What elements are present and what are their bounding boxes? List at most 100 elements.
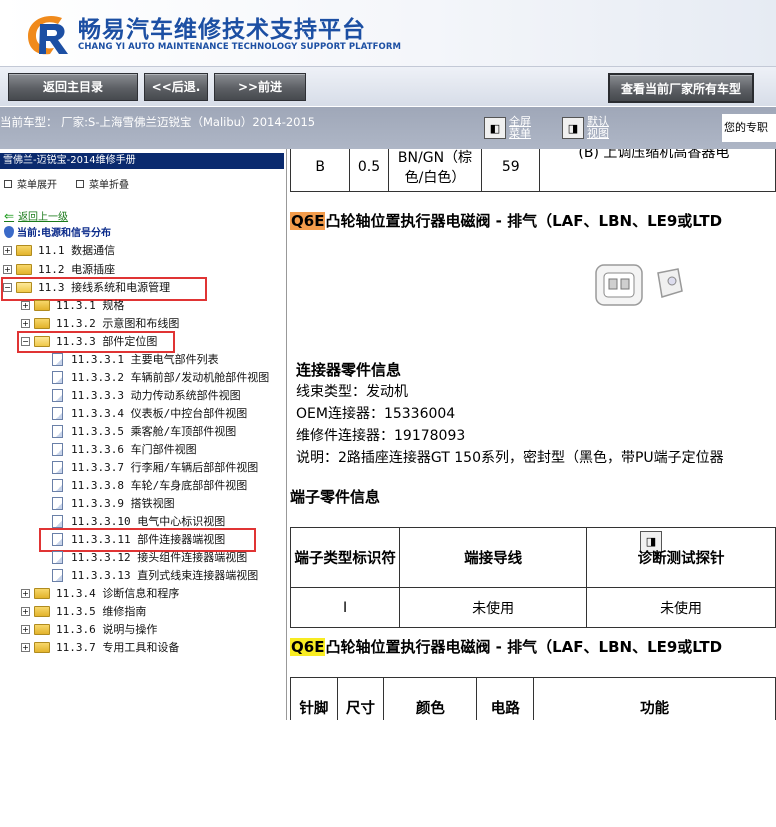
- tree-item-11-1[interactable]: + 11.1 数据通信: [3, 241, 115, 259]
- document-icon: [52, 424, 63, 438]
- tree-item-11-3-3-5[interactable]: 11.3.3.5 乘客舱/车顶部件视图: [52, 422, 236, 440]
- tree-item-11-3-3-9[interactable]: 11.3.3.9 搭铁视图: [52, 494, 175, 512]
- go-up-label: 返回上一级: [18, 212, 69, 223]
- tree-item-11-3-3-12[interactable]: 11.3.3.12 接头组件连接器端视图: [52, 548, 247, 566]
- connector-info: 连接器零件信息 线束类型：发动机 OEM连接器：15336004 维修件连接器：…: [296, 359, 724, 469]
- table-cell: BN/GN（棕色/白色）: [387, 149, 483, 192]
- arrow-left-icon: ⇐: [4, 208, 15, 223]
- column-header: 功能: [533, 677, 776, 720]
- folder-icon: [16, 244, 32, 256]
- expand-label: 菜单展开: [17, 180, 57, 191]
- folder-icon: [34, 641, 50, 653]
- tree-item-11-3-3-13[interactable]: 11.3.3.13 直列式线束连接器端视图: [52, 566, 258, 584]
- current-location: 当前:电源和信号分布: [4, 224, 111, 239]
- table-header-row: 端子类型标识符 端接导线 诊断测试探针: [290, 527, 776, 588]
- tree-item-11-3-1[interactable]: + 11.3.1 规格: [21, 296, 124, 314]
- fullscreen-menu-icon: ◧: [484, 117, 506, 139]
- document-icon: [52, 496, 63, 510]
- full-menu-label: 全屏菜单: [509, 115, 531, 140]
- toolbar: 返回主目录 <<后退. >>前进 查看当前厂家所有车型: [0, 66, 776, 106]
- collapse-icon: [76, 179, 84, 188]
- table-cell: B: [290, 149, 351, 192]
- go-up-link[interactable]: ⇐ 返回上一级: [4, 208, 69, 224]
- expand-all-button[interactable]: 菜单展开: [4, 176, 57, 191]
- tree-item-11-3-3-3[interactable]: 11.3.3.3 动力传动系统部件视图: [52, 386, 241, 404]
- default-view-icon: ◨: [562, 117, 584, 139]
- tree-item-label: 11.3.4 诊断信息和程序: [56, 587, 180, 600]
- folder-icon: [34, 299, 50, 311]
- expand-toggle-icon[interactable]: +: [21, 318, 30, 328]
- tree-item-label: 11.3.3.6 车门部件视图: [71, 443, 197, 456]
- tree-item-11-3-4[interactable]: + 11.3.4 诊断信息和程序: [21, 584, 179, 602]
- back-to-main-button[interactable]: 返回主目录: [8, 73, 138, 101]
- column-header: 尺寸: [336, 677, 385, 720]
- brand-title: 畅易汽车维修技术支持平台: [78, 17, 366, 43]
- table-cell: I: [290, 587, 401, 628]
- tree-item-11-3-3-1[interactable]: 11.3.3.1 主要电气部件列表: [52, 350, 219, 368]
- full-menu-button[interactable]: ◧ 全屏菜单: [484, 115, 537, 141]
- section-title-text: 凸轮轴位置执行器电磁阀 - 排气（LAF、LBN、LE9或LTD: [325, 638, 723, 656]
- tree-item-11-3-3-4[interactable]: 11.3.3.4 仪表板/中控台部件视图: [52, 404, 247, 422]
- table-cell: 未使用: [586, 587, 776, 628]
- current-model-bar: 当前车型： 厂家:S-上海雪佛兰迈锐宝（Malibu）2014-2015 ◧ 全…: [0, 107, 776, 553]
- table-cell: 未使用: [399, 587, 588, 628]
- expand-toggle-icon[interactable]: +: [3, 264, 12, 274]
- tree-item-label: 11.3.5 维修指南: [56, 605, 147, 618]
- tree-item-11-3-3-6[interactable]: 11.3.3.6 车门部件视图: [52, 440, 197, 458]
- default-view-button[interactable]: ◨ 默认视图: [562, 115, 615, 141]
- section-title: Q6E凸轮轴位置执行器电磁阀 - 排气（LAF、LBN、LE9或LTD: [290, 210, 722, 231]
- column-header: 电路: [476, 677, 535, 720]
- tree-item-label: 11.3.1 规格: [56, 299, 125, 312]
- collapse-label: 菜单折叠: [89, 180, 129, 191]
- sidebar-tree: 雪佛兰-迈锐宝-2014维修手册 菜单展开 菜单折叠 ⇐ 返回上一级 当前:电源…: [0, 149, 287, 720]
- tree-item-11-3-5[interactable]: + 11.3.5 维修指南: [21, 602, 146, 620]
- document-icon: [52, 478, 63, 492]
- document-icon: [52, 370, 63, 384]
- folder-icon: [34, 623, 50, 635]
- expand-toggle-icon[interactable]: +: [21, 642, 30, 652]
- folder-icon: [16, 263, 32, 275]
- collapse-all-button[interactable]: 菜单折叠: [76, 176, 129, 191]
- table-header-row: 针脚 尺寸 颜色 电路 功能: [290, 677, 776, 720]
- tree-item-11-3-2[interactable]: + 11.3.2 示意图和布线图: [21, 314, 179, 332]
- section-tag: Q6E: [290, 212, 326, 230]
- document-icon: [52, 460, 63, 474]
- expand-toggle-icon[interactable]: +: [21, 300, 30, 310]
- document-icon: [52, 388, 63, 402]
- document-icon: [52, 568, 63, 582]
- tree-item-11-3-7[interactable]: + 11.3.7 专用工具和设备: [21, 638, 179, 656]
- tree-item-label: 11.3.3.7 行李厢/车辆后部部件视图: [71, 461, 259, 474]
- document-icon: [52, 406, 63, 420]
- expand-toggle-icon[interactable]: +: [21, 606, 30, 616]
- service-connector: 维修件连接器：19178093: [296, 428, 466, 444]
- expand-toggle-icon[interactable]: +: [21, 588, 30, 598]
- tree-item-label: 11.3.3.10 电气中心标识视图: [71, 515, 226, 528]
- current-model-text: 当前车型： 厂家:S-上海雪佛兰迈锐宝（Malibu）2014-2015: [0, 115, 316, 129]
- folder-icon: [34, 587, 50, 599]
- expand-toggle-icon[interactable]: +: [3, 245, 12, 255]
- back-button[interactable]: <<后退.: [144, 73, 208, 101]
- tree-item-11-3-3-8[interactable]: 11.3.3.8 车轮/车身底部部件视图: [52, 476, 247, 494]
- terminal-table: 端子类型标识符 端接导线 诊断测试探针 I 未使用 未使用: [290, 527, 776, 628]
- tree-item-11-3-3-7[interactable]: 11.3.3.7 行李厢/车辆后部部件视图: [52, 458, 258, 476]
- brand-subtitle: CHANG YI AUTO MAINTENANCE TECHNOLOGY SUP…: [78, 42, 402, 52]
- tree-item-11-3-6[interactable]: + 11.3.6 说明与操作: [21, 620, 157, 638]
- tree-item-label: 11.3.3.13 直列式线束连接器端视图: [71, 569, 259, 582]
- tree-item-label: 11.3.3.3 动力传动系统部件视图: [71, 389, 241, 402]
- app-header: 畅易汽车维修技术支持平台 CHANG YI AUTO MAINTENANCE T…: [0, 0, 776, 66]
- tree-item-11-2[interactable]: + 11.2 电源插座: [3, 260, 115, 278]
- table-cell: 59: [481, 149, 541, 192]
- section-title-text: 凸轮轴位置执行器电磁阀 - 排气（LAF、LBN、LE9或LTD: [325, 212, 723, 230]
- column-header: 端子类型标识符: [290, 527, 401, 588]
- connector-diagram-icon: [595, 264, 683, 306]
- table-cell: 0.5: [349, 149, 389, 192]
- document-icon: [52, 442, 63, 456]
- section-tag: Q6E: [290, 638, 326, 656]
- table-row: B 0.5 BN/GN（棕色/白色） 59 (B) 上调压缩机高香器电: [290, 149, 776, 192]
- expand-toggle-icon[interactable]: +: [21, 624, 30, 634]
- content-pane: B 0.5 BN/GN（棕色/白色） 59 (B) 上调压缩机高香器电 Q6E凸…: [290, 149, 776, 720]
- tree-item-11-3-3-2[interactable]: 11.3.3.2 车辆前部/发动机舱部件视图: [52, 368, 269, 386]
- column-header: 端接导线: [399, 527, 588, 588]
- view-all-models-button[interactable]: 查看当前厂家所有车型: [608, 73, 754, 103]
- forward-button[interactable]: >>前进: [214, 73, 306, 101]
